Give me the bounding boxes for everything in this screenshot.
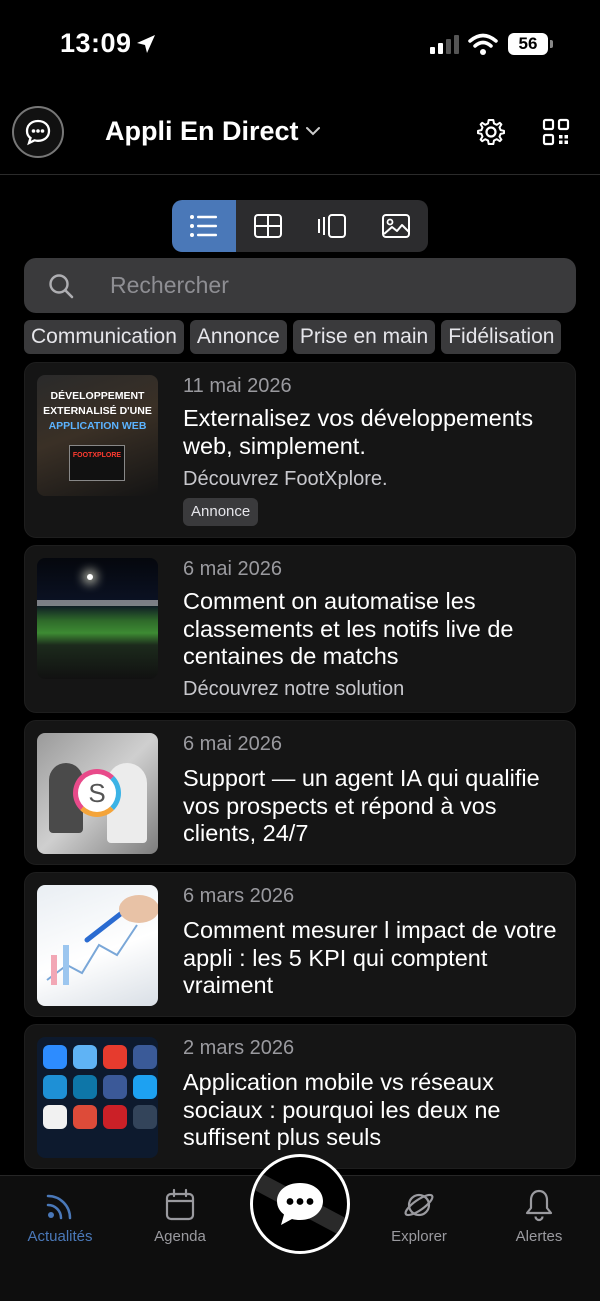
article-card[interactable]: 6 mai 2026 Comment on automatise les cla… [24, 545, 576, 713]
article-card[interactable]: 2 mars 2026 Application mobile vs réseau… [24, 1024, 576, 1169]
location-arrow-icon [137, 35, 155, 53]
thumbnail-text: APPLICATION WEB [48, 420, 147, 432]
article-thumbnail [37, 558, 158, 679]
grid-view-icon [254, 214, 282, 238]
tab-label: Alertes [515, 1228, 563, 1245]
article-date: 11 mai 2026 [183, 375, 292, 397]
gallery-view-button[interactable] [364, 200, 428, 252]
grid-view-button[interactable] [236, 200, 300, 252]
bottom-tab-bar: Actualités Agenda Explorer Alertes [0, 1154, 600, 1301]
search-icon [49, 274, 74, 299]
thumbnail-brand-logo: FOOTXPLORE [72, 452, 122, 459]
rss-icon [46, 1194, 72, 1220]
tab-label: Explorer [391, 1228, 447, 1245]
battery-indicator: 56 [508, 33, 553, 55]
list-view-button[interactable] [172, 200, 236, 252]
wifi-icon [468, 33, 498, 55]
calendar-icon [165, 1188, 195, 1221]
category-chip-annonce[interactable]: Annonce [189, 320, 287, 354]
category-chip-prise-en-main[interactable]: Prise en main [292, 320, 436, 354]
search-bar[interactable]: Rechercher [24, 258, 576, 313]
app-logo-button[interactable] [12, 106, 64, 158]
chat-bubble-icon [25, 119, 51, 146]
category-filter: Communication Annonce Prise en main Fidé… [24, 320, 562, 354]
article-thumbnail: S [37, 733, 158, 854]
article-card[interactable]: 6 mars 2026 Comment mesurer l impact de … [24, 872, 576, 1017]
article-thumbnail: DÉVELOPPEMENT EXTERNALISÉ D'UNE APPLICAT… [37, 375, 158, 496]
article-subtitle: Découvrez FootXplore. [183, 468, 388, 490]
carousel-view-icon [318, 214, 346, 238]
article-date: 6 mai 2026 [183, 733, 282, 755]
settings-gear-icon[interactable] [476, 117, 506, 147]
planet-icon [404, 1193, 434, 1217]
view-mode-switcher [172, 200, 428, 252]
tab-alertes[interactable]: Alertes [484, 1188, 594, 1245]
category-chip-communication[interactable]: Communication [24, 320, 184, 354]
tab-agenda[interactable]: Agenda [125, 1188, 235, 1245]
article-title: Externalisez vos développements web, sim… [183, 405, 534, 459]
tab-actualites[interactable]: Actualités [5, 1188, 115, 1245]
chat-bubble-icon [277, 1183, 323, 1225]
category-chip-fidelisation[interactable]: Fidélisation [441, 320, 562, 354]
tab-label: Agenda [154, 1228, 206, 1245]
tab-label: Actualités [27, 1228, 93, 1245]
support-logo-icon: S [73, 769, 121, 817]
article-thumbnail [37, 885, 158, 1006]
article-subtitle: Découvrez notre solution [183, 678, 405, 700]
article-title: Comment mesurer l impact de votre appli … [183, 917, 557, 998]
article-card[interactable]: S 6 mai 2026 Support — un agent IA qui q… [24, 720, 576, 865]
status-time: 13:09 [60, 28, 132, 58]
status-bar: 13:09 56 [0, 0, 600, 90]
chart-paper-illustration [46, 895, 158, 985]
bell-icon [525, 1189, 553, 1222]
center-chat-button[interactable] [250, 1154, 350, 1254]
article-date: 6 mai 2026 [183, 558, 282, 580]
chevron-down-icon[interactable] [304, 122, 322, 140]
article-tag: Annonce [183, 498, 259, 526]
tab-explorer[interactable]: Explorer [364, 1188, 474, 1245]
carousel-view-button[interactable] [300, 200, 364, 252]
article-title: Comment on automatise les classements et… [183, 588, 514, 669]
article-date: 6 mars 2026 [183, 885, 295, 907]
cellular-signal-icon [430, 34, 459, 54]
article-title: Application mobile vs réseaux sociaux : … [183, 1069, 501, 1150]
search-input[interactable]: Rechercher [110, 272, 229, 299]
article-title: Support — un agent IA qui qualifie vos p… [183, 765, 540, 846]
thumbnail-text: EXTERNALISÉ D'UNE [43, 405, 152, 417]
image-gallery-icon [382, 214, 410, 238]
article-thumbnail [37, 1037, 158, 1158]
article-card[interactable]: DÉVELOPPEMENT EXTERNALISÉ D'UNE APPLICAT… [24, 362, 576, 538]
list-view-icon [190, 215, 217, 237]
app-header: Appli En Direct [0, 100, 600, 175]
article-date: 2 mars 2026 [183, 1037, 295, 1059]
qr-code-icon[interactable] [542, 118, 570, 146]
app-title[interactable]: Appli En Direct [105, 116, 299, 147]
thumbnail-text: DÉVELOPPEMENT [50, 390, 145, 402]
